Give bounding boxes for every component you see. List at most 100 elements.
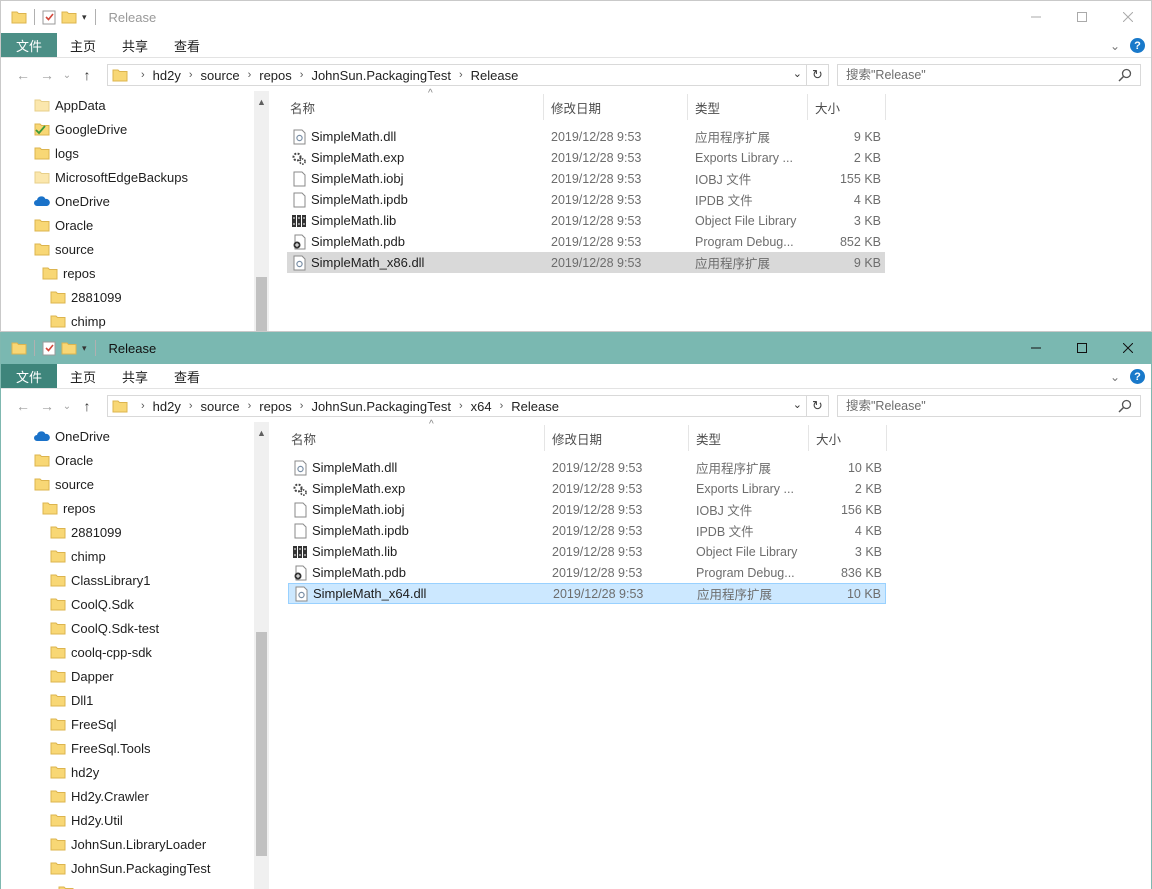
customize-toolbar-dropdown-icon[interactable]: ▾ (82, 343, 87, 354)
tree-item-2881099[interactable]: 2881099 (50, 521, 122, 543)
minimize-button[interactable] (1013, 332, 1059, 364)
tree-item-source[interactable]: source (34, 238, 94, 260)
tree-item-hd2y-crawler[interactable]: Hd2y.Crawler (50, 785, 149, 807)
tree-item-partial[interactable] (58, 881, 79, 889)
tree-item-source[interactable]: source (34, 473, 94, 495)
tree-item-coolq-cpp-sdk[interactable]: coolq-cpp-sdk (50, 641, 152, 663)
navigation-pane-scrollbar[interactable]: ▲ (254, 422, 269, 889)
column-divider[interactable] (808, 425, 809, 451)
up-arrow-icon[interactable]: ↑ (75, 398, 99, 414)
tab-home[interactable]: 主页 (57, 33, 109, 57)
properties-check-icon[interactable] (40, 8, 58, 26)
file-row[interactable]: SimpleMath.lib 2019/12/28 9:53 Object Fi… (287, 210, 885, 231)
tree-item-repos[interactable]: repos (42, 262, 96, 284)
tree-item-coolq-sdk[interactable]: CoolQ.Sdk (50, 593, 134, 615)
search-input[interactable] (846, 399, 1116, 413)
tree-item-oracle[interactable]: Oracle (34, 449, 93, 471)
column-divider[interactable] (544, 425, 545, 451)
breadcrumb-item[interactable]: repos (256, 399, 295, 414)
breadcrumb-item[interactable]: JohnSun.PackagingTest (308, 399, 453, 414)
new-folder-icon[interactable] (60, 339, 78, 357)
breadcrumb-item[interactable]: JohnSun.PackagingTest (308, 68, 453, 83)
back-arrow-icon[interactable]: ← (11, 67, 35, 83)
close-button[interactable] (1105, 332, 1151, 364)
breadcrumb-item[interactable]: Release (468, 68, 522, 83)
tree-item-repos[interactable]: repos (42, 497, 96, 519)
tree-item-appdata[interactable]: AppData (34, 94, 106, 116)
tree-item-classlibrary1[interactable]: ClassLibrary1 (50, 569, 150, 591)
tree-item-coolq-sdk-test[interactable]: CoolQ.Sdk-test (50, 617, 159, 639)
address-bar[interactable]: › hd2y › source › repos › JohnSun.Packag… (107, 64, 807, 86)
search-box[interactable] (837, 395, 1141, 417)
up-arrow-icon[interactable]: ↑ (75, 67, 99, 83)
tree-item-dapper[interactable]: Dapper (50, 665, 114, 687)
expand-ribbon-chevron-icon[interactable]: ⌄ (1110, 39, 1120, 53)
scroll-up-arrow-icon[interactable]: ▲ (257, 428, 266, 438)
search-icon[interactable] (1118, 399, 1132, 416)
column-header-date[interactable]: 修改日期 (552, 422, 602, 454)
breadcrumb-separator-icon[interactable]: › (295, 400, 309, 412)
file-row[interactable]: SimpleMath.pdb 2019/12/28 9:53 Program D… (288, 562, 886, 583)
file-row[interactable]: SimpleMath.dll 2019/12/28 9:53 应用程序扩展 10… (288, 457, 886, 478)
address-bar[interactable]: › hd2y › source › repos › JohnSun.Packag… (107, 395, 807, 417)
tab-share[interactable]: 共享 (109, 33, 161, 57)
search-icon[interactable] (1118, 68, 1132, 85)
tab-share[interactable]: 共享 (109, 364, 161, 388)
properties-check-icon[interactable] (40, 339, 58, 357)
address-history-dropdown-icon[interactable]: ⌄ (793, 398, 802, 411)
tree-item-johnsun-packagingtest[interactable]: JohnSun.PackagingTest (50, 857, 210, 879)
tab-home[interactable]: 主页 (57, 364, 109, 388)
file-row[interactable]: SimpleMath.ipdb 2019/12/28 9:53 IPDB 文件 … (287, 189, 885, 210)
help-icon[interactable]: ? (1130, 369, 1145, 384)
forward-arrow-icon[interactable]: → (35, 398, 59, 414)
tree-item-freesql-tools[interactable]: FreeSql.Tools (50, 737, 150, 759)
back-arrow-icon[interactable]: ← (11, 398, 35, 414)
tree-item-dll1[interactable]: Dll1 (50, 689, 93, 711)
folder-icon[interactable] (10, 8, 28, 26)
tree-item-chimp[interactable]: chimp (50, 545, 106, 567)
column-header-size[interactable]: 大小 (816, 422, 841, 454)
column-divider[interactable] (688, 425, 689, 451)
column-header-name[interactable]: 名称 ^ (291, 419, 434, 454)
file-row[interactable]: SimpleMath.ipdb 2019/12/28 9:53 IPDB 文件 … (288, 520, 886, 541)
tree-item-hd2y-util[interactable]: Hd2y.Util (50, 809, 123, 831)
breadcrumb-item[interactable]: x64 (468, 399, 495, 414)
scroll-up-arrow-icon[interactable]: ▲ (257, 97, 266, 107)
close-button[interactable] (1105, 1, 1151, 33)
new-folder-icon[interactable] (60, 8, 78, 26)
file-row[interactable]: SimpleMath.iobj 2019/12/28 9:53 IOBJ 文件 … (287, 168, 885, 189)
tree-item-oracle[interactable]: Oracle (34, 214, 93, 236)
breadcrumb-item[interactable]: source (198, 68, 243, 83)
file-row[interactable]: SimpleMath.pdb 2019/12/28 9:53 Program D… (287, 231, 885, 252)
tree-item-onedrive[interactable]: OneDrive (34, 190, 110, 212)
breadcrumb-item[interactable]: Release (508, 399, 562, 414)
breadcrumb-item[interactable]: hd2y (150, 399, 184, 414)
scrollbar-thumb[interactable] (256, 277, 267, 331)
scrollbar-thumb[interactable] (256, 632, 267, 856)
tree-item-logs[interactable]: logs (34, 142, 79, 164)
tree-item-googledrive[interactable]: GoogleDrive (34, 118, 127, 140)
file-row[interactable]: SimpleMath.dll 2019/12/28 9:53 应用程序扩展 9 … (287, 126, 885, 147)
file-row[interactable]: SimpleMath.exp 2019/12/28 9:53 Exports L… (288, 478, 886, 499)
recent-locations-chevron-icon[interactable]: ⌄ (59, 70, 75, 81)
tree-item-2881099[interactable]: 2881099 (50, 286, 122, 308)
column-divider[interactable] (886, 425, 887, 451)
tree-item-freesql[interactable]: FreeSql (50, 713, 117, 735)
search-box[interactable] (837, 64, 1141, 86)
breadcrumb-separator-icon[interactable]: › (243, 400, 257, 412)
column-header-type[interactable]: 类型 (696, 422, 721, 454)
recent-locations-chevron-icon[interactable]: ⌄ (59, 401, 75, 412)
tree-item-chimp[interactable]: chimp (50, 310, 106, 331)
tab-file[interactable]: 文件 (1, 33, 57, 57)
tree-item-microsoftedgebackups[interactable]: MicrosoftEdgeBackups (34, 166, 188, 188)
breadcrumb-separator-icon[interactable]: › (495, 400, 509, 412)
forward-arrow-icon[interactable]: → (35, 67, 59, 83)
breadcrumb-separator-icon[interactable]: › (184, 69, 198, 81)
tree-item-johnsun-libraryloader[interactable]: JohnSun.LibraryLoader (50, 833, 206, 855)
search-input[interactable] (846, 68, 1116, 82)
file-row[interactable]: SimpleMath.lib 2019/12/28 9:53 Object Fi… (288, 541, 886, 562)
customize-toolbar-dropdown-icon[interactable]: ▾ (82, 12, 87, 23)
file-row[interactable]: SimpleMath.iobj 2019/12/28 9:53 IOBJ 文件 … (288, 499, 886, 520)
column-header-size[interactable]: 大小 (815, 91, 840, 123)
minimize-button[interactable] (1013, 1, 1059, 33)
